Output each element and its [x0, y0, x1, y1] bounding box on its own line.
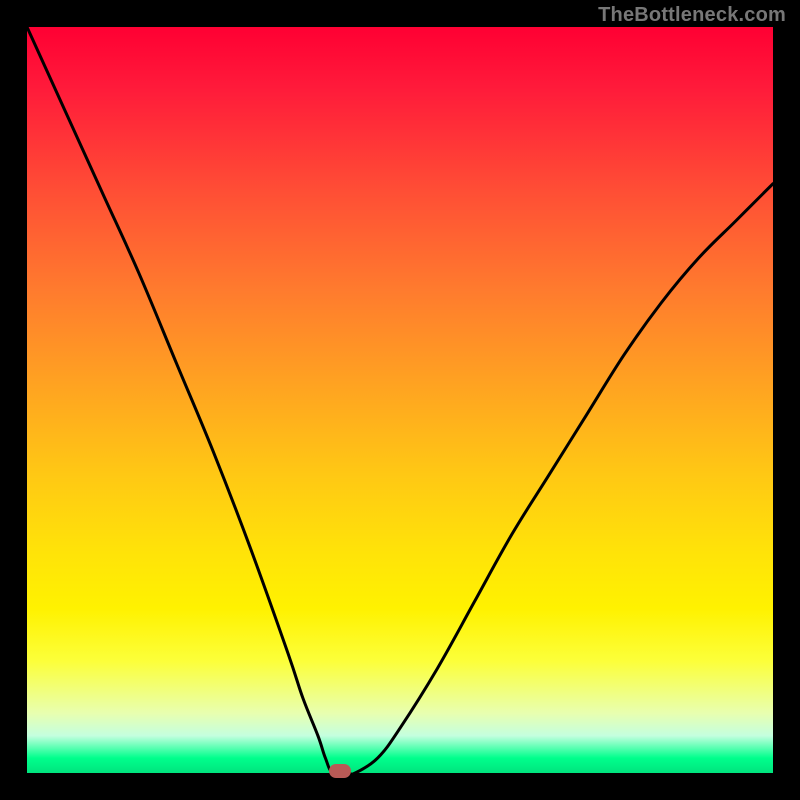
gradient-plot-area: [27, 27, 773, 773]
optimum-marker: [329, 764, 351, 778]
chart-frame: TheBottleneck.com: [0, 0, 800, 800]
watermark-text: TheBottleneck.com: [598, 4, 786, 27]
